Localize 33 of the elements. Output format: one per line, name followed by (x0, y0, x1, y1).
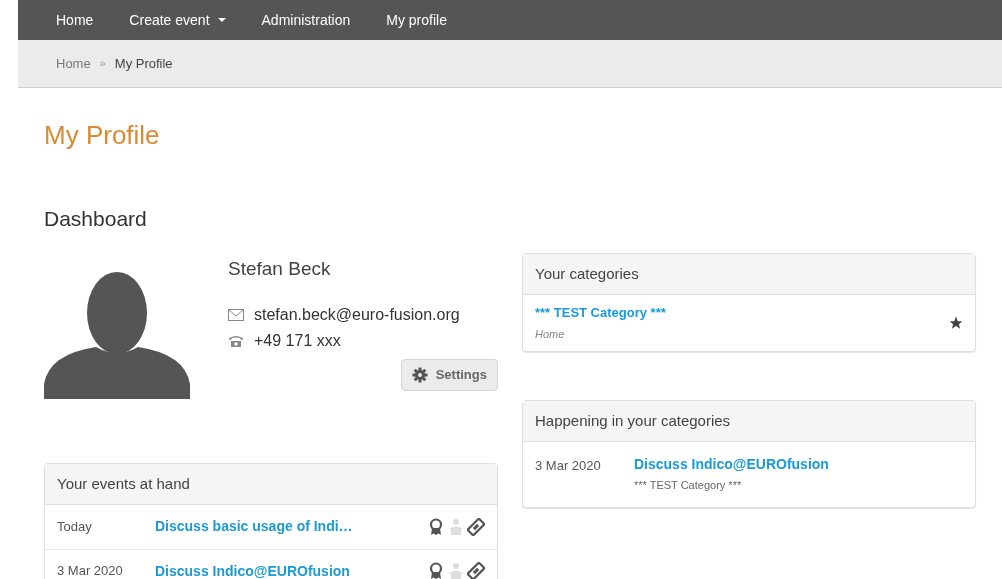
ticket-icon[interactable] (467, 562, 485, 579)
nav-item[interactable]: Create event (111, 9, 244, 31)
breadcrumb-link[interactable]: Home (56, 53, 91, 74)
event-category: *** TEST Category *** (634, 477, 743, 493)
event-link[interactable]: Discuss Indico@EUROfusion (155, 560, 427, 579)
award-icon[interactable] (427, 562, 445, 579)
panel-title: Happening in your categories (535, 411, 731, 429)
phone-icon (228, 335, 244, 347)
star-icon[interactable] (949, 315, 963, 330)
profile-name: Stefan Beck (228, 256, 332, 281)
nav-item[interactable]: Home (38, 9, 112, 31)
panel-title: Your categories (535, 264, 639, 282)
event-link[interactable]: Discuss basic usage of Indi… (155, 516, 427, 537)
breadcrumb-link[interactable]: My Profile (114, 53, 173, 74)
page-title: My Profile (44, 119, 161, 152)
event-date: 3 Mar 2020 (57, 562, 124, 579)
award-icon[interactable] (427, 517, 445, 536)
settings-button[interactable]: Settings (400, 359, 498, 391)
section-title: Dashboard (44, 206, 148, 232)
event-date: Today (57, 517, 93, 536)
nav-item[interactable]: Administration (243, 9, 369, 31)
event-link[interactable]: Discuss Indico@EUROfusion (634, 453, 829, 475)
category-path: Home (535, 327, 566, 342)
settings-icon (411, 367, 428, 383)
nav-item[interactable]: My profile (368, 9, 465, 31)
ticket-icon[interactable] (467, 517, 485, 536)
breadcrumb-separator: » (99, 56, 106, 72)
panel-title: Your events at hand (57, 474, 190, 492)
profile-email: stefan.beck@euro-fusion.org (254, 305, 460, 325)
event-date: 3 Mar 2020 (535, 456, 602, 475)
profile-phone: +49 171 xxx (254, 331, 341, 351)
category-link[interactable]: *** TEST Category *** (535, 302, 949, 322)
envelope-icon (228, 309, 244, 321)
